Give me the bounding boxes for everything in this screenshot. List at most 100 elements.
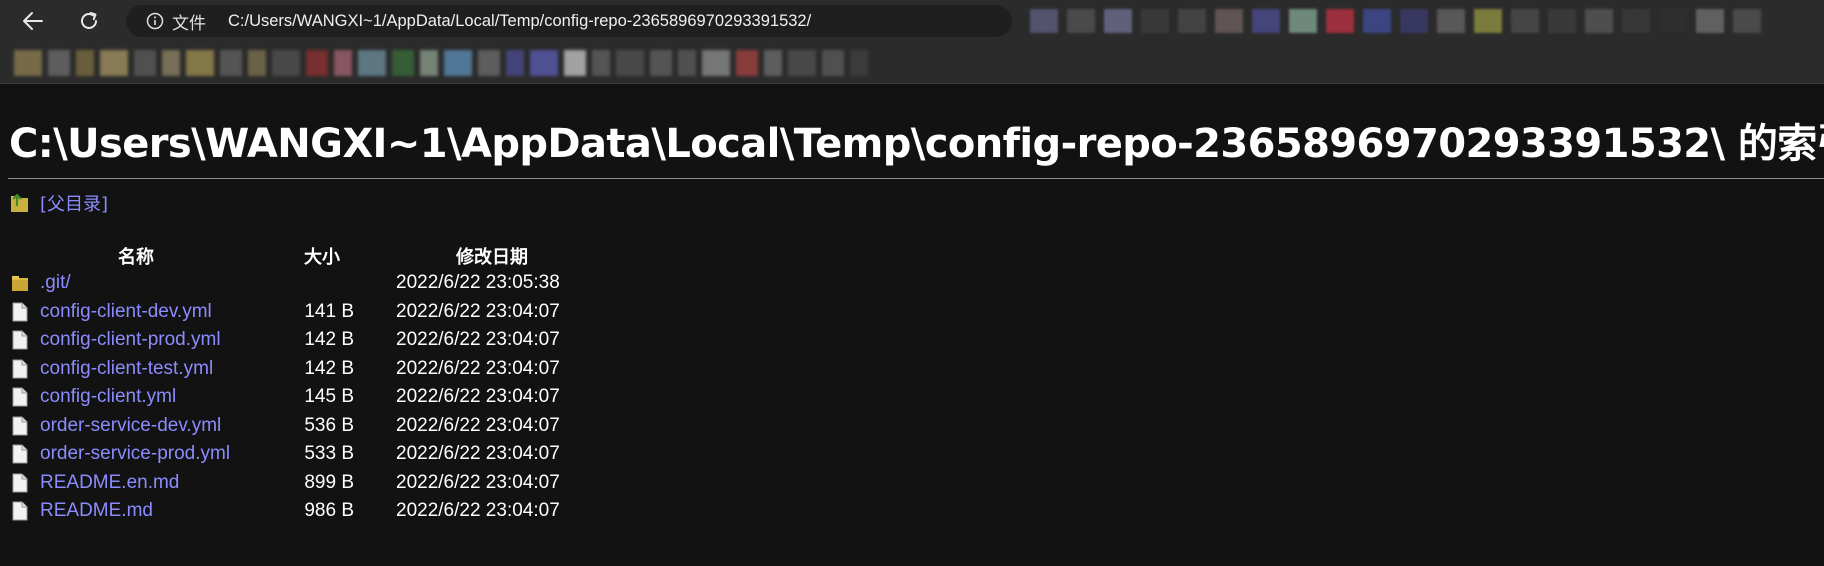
extension-icon[interactable] [1622, 9, 1650, 33]
extension-icon[interactable] [1696, 9, 1724, 33]
bookmark-item[interactable] [702, 49, 730, 76]
bookmark-item[interactable] [358, 49, 386, 76]
table-row: .git/2022/6/22 23:05:38 [0, 269, 612, 298]
bookmark-item[interactable] [186, 49, 214, 76]
bookmark-item[interactable] [678, 49, 696, 76]
bookmark-item[interactable] [592, 49, 610, 76]
bookmark-item[interactable] [334, 49, 352, 76]
folder-icon [12, 276, 28, 292]
bookmark-item[interactable] [100, 49, 128, 76]
modified-column-header[interactable]: 修改日期 [372, 243, 612, 269]
name-column-header[interactable]: 名称 [0, 243, 272, 269]
name-cell: config-client.yml [0, 383, 272, 412]
size-cell: 536 B [304, 414, 354, 436]
bookmark-item[interactable] [788, 49, 816, 76]
file-icon [12, 359, 28, 379]
parent-directory-link[interactable]: [父目录] [40, 190, 108, 216]
bookmark-item[interactable] [650, 49, 672, 76]
file-icon [12, 387, 28, 407]
extension-icon[interactable] [1548, 9, 1576, 33]
name-cell: config-client-dev.yml [0, 298, 272, 327]
extension-icon[interactable] [1437, 9, 1465, 33]
table-row: config-client-dev.yml 141 B 2022/6/22 23:0… [0, 298, 612, 327]
bookmark-item[interactable] [564, 49, 586, 76]
modified-cell: 2022/6/22 23:04:07 [396, 386, 560, 408]
modified-cell: 2022/6/22 23:04:07 [396, 443, 560, 465]
url-text[interactable]: C:/Users/WANGXI~1/AppData/Local/Temp/con… [228, 12, 811, 31]
file-icon [12, 302, 28, 322]
bookmark-item[interactable] [616, 49, 644, 76]
file-link[interactable]: config-client-test.yml [40, 358, 213, 380]
size-cell: 141 B [304, 300, 354, 322]
name-cell: README.en.md [0, 469, 272, 498]
extension-icon[interactable] [1400, 9, 1428, 33]
extension-icon[interactable] [1326, 9, 1354, 33]
extension-icon[interactable] [1474, 9, 1502, 33]
extension-icon[interactable] [1178, 9, 1206, 33]
bookmark-item[interactable] [14, 49, 42, 76]
extension-icon[interactable] [1659, 9, 1687, 33]
name-cell: .git/ [0, 269, 272, 298]
extension-icon[interactable] [1289, 9, 1317, 33]
bookmark-item[interactable] [764, 49, 782, 76]
bookmark-item[interactable] [478, 49, 500, 76]
bookmarks-bar [0, 42, 1824, 84]
name-cell: README.md [0, 497, 272, 526]
bookmark-item[interactable] [530, 49, 558, 76]
extension-icon[interactable] [1141, 9, 1169, 33]
parent-directory-row: [父目录] [10, 190, 108, 216]
file-link[interactable]: config-client-dev.yml [40, 301, 212, 323]
size-cell: 986 B [304, 500, 354, 522]
address-bar[interactable]: 文件 C:/Users/WANGXI~1/AppData/Local/Temp/… [126, 5, 1012, 37]
extension-icon[interactable] [1030, 9, 1058, 33]
file-link[interactable]: config-client-prod.yml [40, 329, 221, 351]
extension-icon[interactable] [1733, 9, 1761, 33]
bookmark-item[interactable] [306, 49, 328, 76]
name-cell: order-service-prod.yml [0, 440, 272, 469]
file-link[interactable]: order-service-prod.yml [40, 443, 230, 465]
extension-icon[interactable] [1585, 9, 1613, 33]
size-cell: 899 B [304, 471, 354, 493]
extension-icon[interactable] [1511, 9, 1539, 33]
bookmark-item[interactable] [162, 49, 180, 76]
size-column-header[interactable]: 大小 [272, 243, 372, 269]
bookmark-item[interactable] [822, 49, 844, 76]
bookmark-item[interactable] [48, 49, 70, 76]
file-icon [12, 330, 28, 350]
bookmark-item[interactable] [248, 49, 266, 76]
extension-icon[interactable] [1104, 9, 1132, 33]
file-link[interactable]: order-service-dev.yml [40, 415, 221, 437]
bookmark-item[interactable] [506, 49, 524, 76]
bookmark-item[interactable] [850, 49, 868, 76]
file-link[interactable]: README.en.md [40, 472, 179, 494]
bookmark-item[interactable] [444, 49, 472, 76]
extension-icon[interactable] [1252, 9, 1280, 33]
bookmark-item[interactable] [272, 49, 300, 76]
modified-cell: 2022/6/22 23:04:07 [396, 300, 560, 322]
folder-link[interactable]: .git/ [40, 272, 71, 294]
extension-icon[interactable] [1215, 9, 1243, 33]
bookmark-item[interactable] [76, 49, 94, 76]
bookmark-item[interactable] [420, 49, 438, 76]
extension-icon[interactable] [1067, 9, 1095, 33]
modified-cell: 2022/6/22 23:04:07 [396, 471, 560, 493]
size-cell: 533 B [304, 443, 354, 465]
file-link[interactable]: config-client.yml [40, 386, 176, 408]
table-row: config-client-test.yml 142 B 2022/6/22 23:… [0, 355, 612, 384]
extensions-strip [1030, 6, 1810, 36]
modified-cell: 2022/6/22 23:05:38 [396, 272, 560, 294]
bookmark-item[interactable] [392, 49, 414, 76]
reload-button[interactable] [72, 6, 106, 36]
browser-toolbar: 文件 C:/Users/WANGXI~1/AppData/Local/Temp/… [0, 0, 1824, 42]
bookmark-item[interactable] [736, 49, 758, 76]
title-divider [8, 178, 1824, 179]
table-header-row: 名称 大小 修改日期 [0, 243, 612, 269]
table-row: order-service-dev.yml 536 B 2022/6/22 23:0… [0, 412, 612, 441]
extension-icon[interactable] [1363, 9, 1391, 33]
info-icon[interactable] [146, 12, 164, 30]
back-button[interactable] [16, 6, 50, 36]
bookmark-item[interactable] [220, 49, 242, 76]
table-row: config-client-prod.yml 142 B 2022/6/22 23:… [0, 326, 612, 355]
bookmark-item[interactable] [134, 49, 156, 76]
file-link[interactable]: README.md [40, 500, 153, 522]
